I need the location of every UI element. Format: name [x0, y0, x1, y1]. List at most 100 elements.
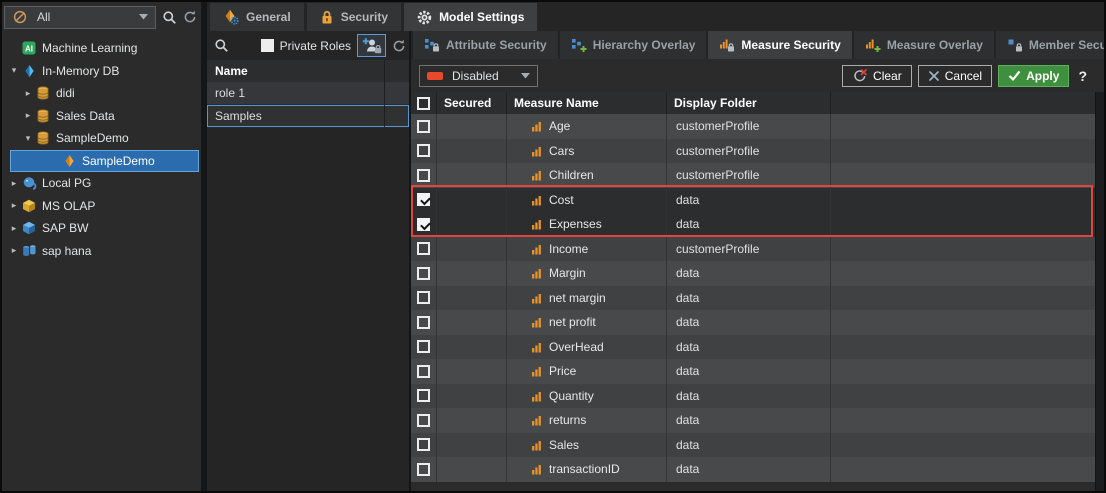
- tree-item-ms-olap[interactable]: ▸MS OLAP: [2, 195, 201, 218]
- secured-checkbox[interactable]: [417, 340, 430, 353]
- subtab-measure-overlay[interactable]: Measure Overlay: [854, 31, 994, 59]
- database-filter-dropdown[interactable]: All: [4, 6, 156, 29]
- measure-icon: [531, 267, 542, 279]
- secured-checkbox[interactable]: [417, 365, 430, 378]
- secured-checkbox[interactable]: [417, 218, 430, 231]
- measure-row-cost[interactable]: Costdata: [411, 188, 1095, 213]
- subtab-member-security[interactable]: Member Security: [996, 31, 1106, 59]
- clear-button[interactable]: Clear: [842, 65, 912, 87]
- secured-checkbox[interactable]: [417, 291, 430, 304]
- secured-cell: [437, 286, 507, 311]
- measure-icon: [531, 145, 542, 157]
- vertical-scrollbar[interactable]: [1095, 92, 1104, 491]
- subtab-hierarchy-overlay[interactable]: Hierarchy Overlay: [560, 31, 707, 59]
- measure-icon: [531, 243, 542, 255]
- tree-item-local-pg[interactable]: ▸Local PG: [2, 172, 201, 195]
- subtab-attribute-security[interactable]: Attribute Security: [413, 31, 558, 59]
- add-role-button[interactable]: [357, 34, 386, 57]
- roles-refresh-icon[interactable]: [392, 39, 406, 53]
- private-roles-checkbox[interactable]: [261, 39, 274, 52]
- measure-row-expenses[interactable]: Expensesdata: [411, 212, 1095, 237]
- measure-row-income[interactable]: IncomecustomerProfile: [411, 237, 1095, 262]
- expand-arrow-icon[interactable]: ▸: [7, 178, 21, 189]
- member-security-icon: [1007, 38, 1023, 53]
- role-row-role-1[interactable]: role 1: [207, 82, 409, 105]
- empty-cell: [831, 408, 1095, 433]
- measure-row-transactionid[interactable]: transactionIDdata: [411, 457, 1095, 482]
- measure-row-price[interactable]: Pricedata: [411, 359, 1095, 384]
- measure-toolbar: Disabled Clear Cancel Apply: [411, 59, 1104, 92]
- secured-checkbox[interactable]: [417, 169, 430, 182]
- collapse-arrow-icon[interactable]: ▾: [7, 65, 21, 76]
- measure-row-net-margin[interactable]: net margindata: [411, 286, 1095, 311]
- tree-item-sampledemo[interactable]: SampleDemo: [10, 150, 199, 173]
- measure-row-overhead[interactable]: OverHeaddata: [411, 335, 1095, 360]
- add-role-icon: [362, 37, 382, 54]
- refresh-icon[interactable]: [183, 10, 197, 24]
- measure-name: Children: [549, 168, 594, 182]
- measure-name: transactionID: [549, 462, 620, 476]
- secured-checkbox[interactable]: [417, 316, 430, 329]
- apply-button[interactable]: Apply: [998, 65, 1069, 87]
- column-header-display-folder: Display Folder: [667, 92, 831, 114]
- secured-checkbox[interactable]: [417, 414, 430, 427]
- measure-row-net-profit[interactable]: net profitdata: [411, 310, 1095, 335]
- search-icon[interactable]: [162, 10, 177, 25]
- tree-item-sales-data[interactable]: ▸Sales Data: [2, 105, 201, 128]
- role-row-samples[interactable]: Samples: [207, 105, 409, 128]
- roles-search-icon[interactable]: [214, 38, 229, 53]
- expand-arrow-icon[interactable]: ▸: [21, 110, 35, 121]
- tab-security[interactable]: Security: [307, 3, 401, 31]
- secured-checkbox[interactable]: [417, 438, 430, 451]
- settings-content: Private Roles Name role 1Samples Attribu…: [207, 31, 1104, 491]
- secured-checkbox[interactable]: [417, 267, 430, 280]
- secured-checkbox[interactable]: [417, 193, 430, 206]
- collapse-arrow-icon[interactable]: ▾: [21, 133, 35, 144]
- tree-item-didi[interactable]: ▸didi: [2, 82, 201, 105]
- roles-name-header-label: Name: [215, 64, 248, 78]
- subtab-measure-security[interactable]: Measure Security: [708, 31, 851, 59]
- security-mode-value: Disabled: [452, 69, 499, 83]
- measure-row-sales[interactable]: Salesdata: [411, 433, 1095, 458]
- help-button[interactable]: ?: [1078, 68, 1087, 84]
- measure-row-quantity[interactable]: Quantity data: [411, 384, 1095, 409]
- expand-arrow-icon[interactable]: ▸: [21, 88, 35, 99]
- secured-cell: [437, 237, 507, 262]
- measure-icon: [531, 120, 542, 132]
- tree-item-in-memory-db[interactable]: ▾In-Memory DB: [2, 60, 201, 83]
- secured-checkbox[interactable]: [417, 242, 430, 255]
- expand-arrow-icon[interactable]: ▸: [7, 223, 21, 234]
- model-icon: [61, 154, 77, 168]
- tree-item-machine-learning[interactable]: AIMachine Learning: [2, 37, 201, 60]
- cancel-button[interactable]: Cancel: [918, 65, 992, 87]
- display-folder: data: [676, 217, 699, 231]
- secured-checkbox[interactable]: [417, 120, 430, 133]
- display-folder: customerProfile: [676, 242, 759, 256]
- tree-item-sap-hana[interactable]: ▸sap hana: [2, 240, 201, 263]
- secured-checkbox[interactable]: [417, 144, 430, 157]
- display-folder: customerProfile: [676, 144, 759, 158]
- measure-name: OverHead: [549, 340, 604, 354]
- display-folder: data: [676, 389, 699, 403]
- select-all-checkbox[interactable]: [417, 97, 430, 110]
- tree-item-sap-bw[interactable]: ▸SAP BW: [2, 217, 201, 240]
- secured-cell: [437, 139, 507, 164]
- security-mode-dropdown[interactable]: Disabled: [419, 65, 538, 87]
- measure-name: Cost: [549, 193, 574, 207]
- measure-row-cars[interactable]: CarscustomerProfile: [411, 139, 1095, 164]
- tree-item-sampledemo[interactable]: ▾SampleDemo: [2, 127, 201, 150]
- measure-row-margin[interactable]: Margindata: [411, 261, 1095, 286]
- secured-checkbox[interactable]: [417, 389, 430, 402]
- secured-checkbox[interactable]: [417, 463, 430, 476]
- expand-arrow-icon[interactable]: ▸: [7, 245, 21, 256]
- measure-name: Quantity: [549, 389, 594, 403]
- measure-row-children[interactable]: ChildrencustomerProfile: [411, 163, 1095, 188]
- measure-name: net profit: [549, 315, 596, 329]
- measure-row-returns[interactable]: returnsdata: [411, 408, 1095, 433]
- expand-arrow-icon[interactable]: ▸: [7, 200, 21, 211]
- measure-row-age[interactable]: AgecustomerProfile: [411, 114, 1095, 139]
- tab-general[interactable]: General: [210, 3, 304, 31]
- tab-model-settings[interactable]: Model Settings: [404, 3, 537, 31]
- main-tabbar: GeneralSecurityModel Settings: [207, 2, 1104, 31]
- measure-name: net margin: [549, 291, 606, 305]
